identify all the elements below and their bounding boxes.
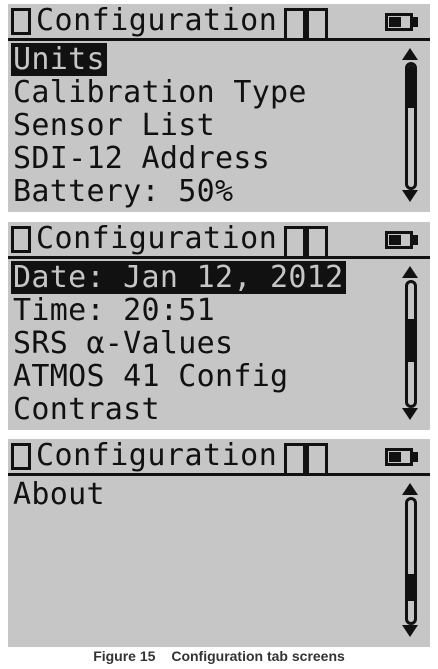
menu-list: Date: Jan 12, 2012 Time: 20:51 SRS α-Val… bbox=[11, 261, 391, 426]
status-box-icon bbox=[11, 226, 31, 253]
battery-icon bbox=[385, 448, 413, 466]
battery-tip bbox=[413, 235, 418, 245]
tab-outline-icon[interactable] bbox=[284, 443, 306, 475]
figure-caption: Figure 15 Configuration tab screens bbox=[0, 648, 438, 664]
scroll-up-icon[interactable] bbox=[402, 48, 418, 60]
scrollbar-thumb[interactable] bbox=[408, 574, 414, 601]
header-divider bbox=[8, 38, 430, 41]
scrollbar-thumb[interactable] bbox=[408, 319, 414, 362]
menu-item-srs-alpha-values[interactable]: SRS α-Values bbox=[11, 327, 235, 360]
header-divider bbox=[8, 256, 430, 259]
menu-item-units[interactable]: Units bbox=[11, 43, 107, 76]
status-box-icon bbox=[11, 443, 31, 470]
screen-title: Configuration bbox=[36, 439, 278, 473]
lcd-screen-1: Configuration Units Calibration Type Sen… bbox=[8, 4, 430, 212]
header-divider bbox=[8, 473, 430, 476]
battery-level-fill bbox=[389, 452, 401, 462]
menu-list: About bbox=[11, 478, 391, 511]
scroll-down-icon[interactable] bbox=[402, 408, 418, 420]
battery-icon bbox=[385, 231, 413, 249]
screen-header: Configuration bbox=[8, 4, 430, 41]
tab-outline-icon[interactable] bbox=[284, 226, 306, 258]
menu-item-sdi12-address[interactable]: SDI-12 Address bbox=[11, 142, 272, 175]
menu-item-calibration-type[interactable]: Calibration Type bbox=[11, 76, 309, 109]
battery-icon bbox=[385, 13, 413, 31]
screen-title: Configuration bbox=[36, 4, 278, 38]
screen-header: Configuration bbox=[8, 222, 430, 259]
scroll-up-icon[interactable] bbox=[402, 266, 418, 278]
menu-item-time[interactable]: Time: 20:51 bbox=[11, 294, 217, 327]
lcd-screen-3: Configuration About bbox=[8, 439, 430, 647]
figure-number: Figure 15 bbox=[93, 648, 156, 664]
menu-item-date[interactable]: Date: Jan 12, 2012 bbox=[11, 261, 346, 294]
menu-item-battery[interactable]: Battery: 50% bbox=[11, 175, 235, 208]
tab-outline-icon[interactable] bbox=[306, 8, 328, 40]
scrollbar-track[interactable] bbox=[405, 280, 417, 408]
menu-item-sensor-list[interactable]: Sensor List bbox=[11, 109, 217, 142]
scrollbar-track[interactable] bbox=[405, 62, 417, 190]
tab-outline-icon[interactable] bbox=[306, 443, 328, 475]
scroll-down-icon[interactable] bbox=[402, 625, 418, 637]
screen-header: Configuration bbox=[8, 439, 430, 476]
battery-tip bbox=[413, 17, 418, 27]
battery-level-fill bbox=[389, 17, 401, 27]
screen-title: Configuration bbox=[36, 222, 278, 256]
tab-outline-icon[interactable] bbox=[284, 8, 306, 40]
status-box-icon bbox=[11, 8, 31, 35]
menu-list: Units Calibration Type Sensor List SDI-1… bbox=[11, 43, 391, 208]
scrollbar-thumb[interactable] bbox=[408, 65, 414, 108]
menu-item-atmos41-config[interactable]: ATMOS 41 Config bbox=[11, 360, 290, 393]
lcd-screen-2: Configuration Date: Jan 12, 2012 Time: 2… bbox=[8, 222, 430, 430]
scroll-up-icon[interactable] bbox=[402, 483, 418, 495]
scroll-down-icon[interactable] bbox=[402, 190, 418, 202]
battery-level-fill bbox=[389, 235, 401, 245]
tab-outline-icon[interactable] bbox=[306, 226, 328, 258]
scrollbar-track[interactable] bbox=[405, 497, 417, 625]
menu-item-about[interactable]: About bbox=[11, 478, 107, 511]
figure-caption-text: Configuration tab screens bbox=[171, 648, 345, 664]
menu-item-contrast[interactable]: Contrast bbox=[11, 393, 162, 426]
battery-tip bbox=[413, 452, 418, 462]
